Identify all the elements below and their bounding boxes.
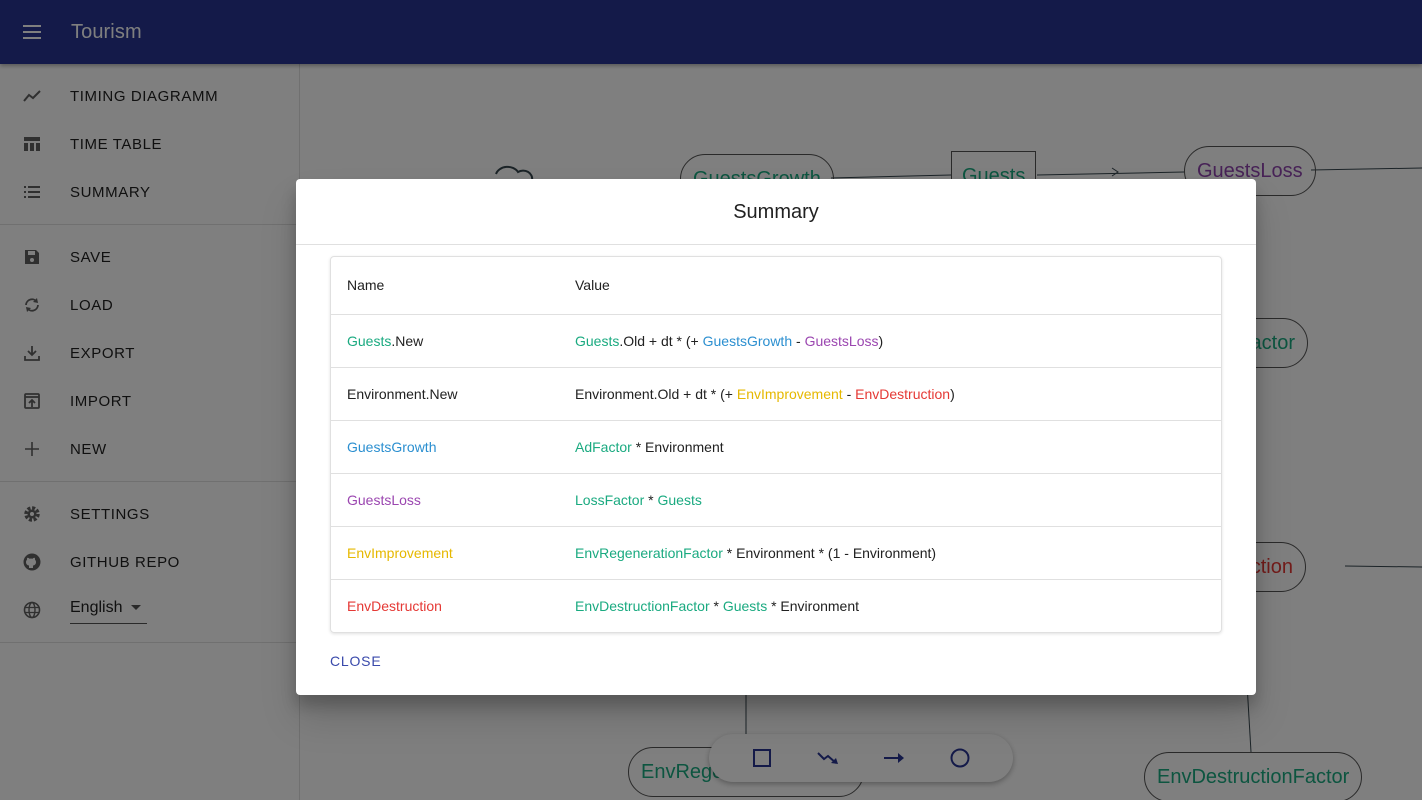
summary-table-body: Guests.New Guests.Old + dt * (+ GuestsGro… <box>331 314 1221 632</box>
table-row: Guests.New Guests.Old + dt * (+ GuestsGro… <box>331 314 1221 368</box>
formula-token: GuestsLoss <box>347 491 421 508</box>
formula-token: GuestsLoss <box>804 332 879 349</box>
table-row: GuestsLoss LossFactor * Guests <box>331 473 1221 527</box>
formula-token: GuestsGrowth <box>702 332 793 349</box>
summary-table-container: Name Value Guests.New Guests.Old + dt * (… <box>330 256 1222 633</box>
formula-token: GuestsGrowth <box>347 438 437 455</box>
formula-token: Guests <box>575 332 620 349</box>
formula-token: * Environment <box>631 438 724 455</box>
cell-value: EnvRegenerationFactor * Environment * (1… <box>559 526 1221 580</box>
formula-token: * Environment <box>767 597 860 614</box>
formula-token: .Old + dt * (+ <box>619 332 703 349</box>
formula-token: * <box>709 597 723 614</box>
formula-token: * <box>644 491 658 508</box>
cell-value: Guests.Old + dt * (+ GuestsGrowth - Gues… <box>559 314 1221 368</box>
table-row: EnvDestruction EnvDestructionFactor * Gue… <box>331 579 1221 632</box>
formula-token: .New <box>391 332 424 349</box>
column-header-name: Name <box>331 257 559 315</box>
formula-token: EnvImprovement <box>347 544 453 561</box>
summary-table: Name Value Guests.New Guests.Old + dt * (… <box>331 257 1221 632</box>
formula-token: ) <box>950 385 955 402</box>
formula-token: Guests <box>657 491 702 508</box>
table-row: GuestsGrowth AdFactor * Environment <box>331 420 1221 474</box>
formula-token: EnvImprovement <box>736 385 843 402</box>
formula-token: - <box>792 332 805 349</box>
table-row: Environment.New Environment.Old + dt * (+… <box>331 367 1221 421</box>
summary-dialog: Summary Name Value Guests.New Guests.Old … <box>296 179 1256 695</box>
cell-value: Environment.Old + dt * (+ EnvImprovement… <box>559 367 1221 421</box>
cell-name: Environment.New <box>331 367 559 421</box>
cell-name: Guests.New <box>331 314 559 368</box>
cell-value: EnvDestructionFactor * Guests * Environm… <box>559 579 1221 632</box>
table-header-row: Name Value <box>331 257 1221 315</box>
cell-name: EnvDestruction <box>331 579 559 632</box>
cell-name: EnvImprovement <box>331 526 559 580</box>
formula-token: Environment.New <box>347 385 458 402</box>
dialog-title: Summary <box>296 179 1256 245</box>
formula-token: ) <box>878 332 884 349</box>
formula-token: LossFactor <box>575 491 645 508</box>
cell-value: LossFactor * Guests <box>559 473 1221 527</box>
cell-name: GuestsLoss <box>331 473 559 527</box>
table-row: EnvImprovement EnvRegenerationFactor * En… <box>331 526 1221 580</box>
formula-token: Guests <box>722 597 768 614</box>
formula-token: - <box>842 385 856 402</box>
cell-value: AdFactor * Environment <box>559 420 1221 474</box>
formula-token: * Environment * (1 - Environment) <box>722 544 937 561</box>
formula-token: EnvRegenerationFactor <box>575 544 723 561</box>
formula-token: Environment.Old + dt * (+ <box>575 385 737 402</box>
cell-name: GuestsGrowth <box>331 420 559 474</box>
column-header-value: Value <box>559 257 1221 315</box>
close-button[interactable]: CLOSE <box>322 645 389 677</box>
formula-token: EnvDestruction <box>855 385 951 402</box>
formula-token: AdFactor <box>575 438 632 455</box>
formula-token: Guests <box>347 332 392 349</box>
formula-token: EnvDestructionFactor <box>575 597 710 614</box>
formula-token: EnvDestruction <box>347 597 442 614</box>
